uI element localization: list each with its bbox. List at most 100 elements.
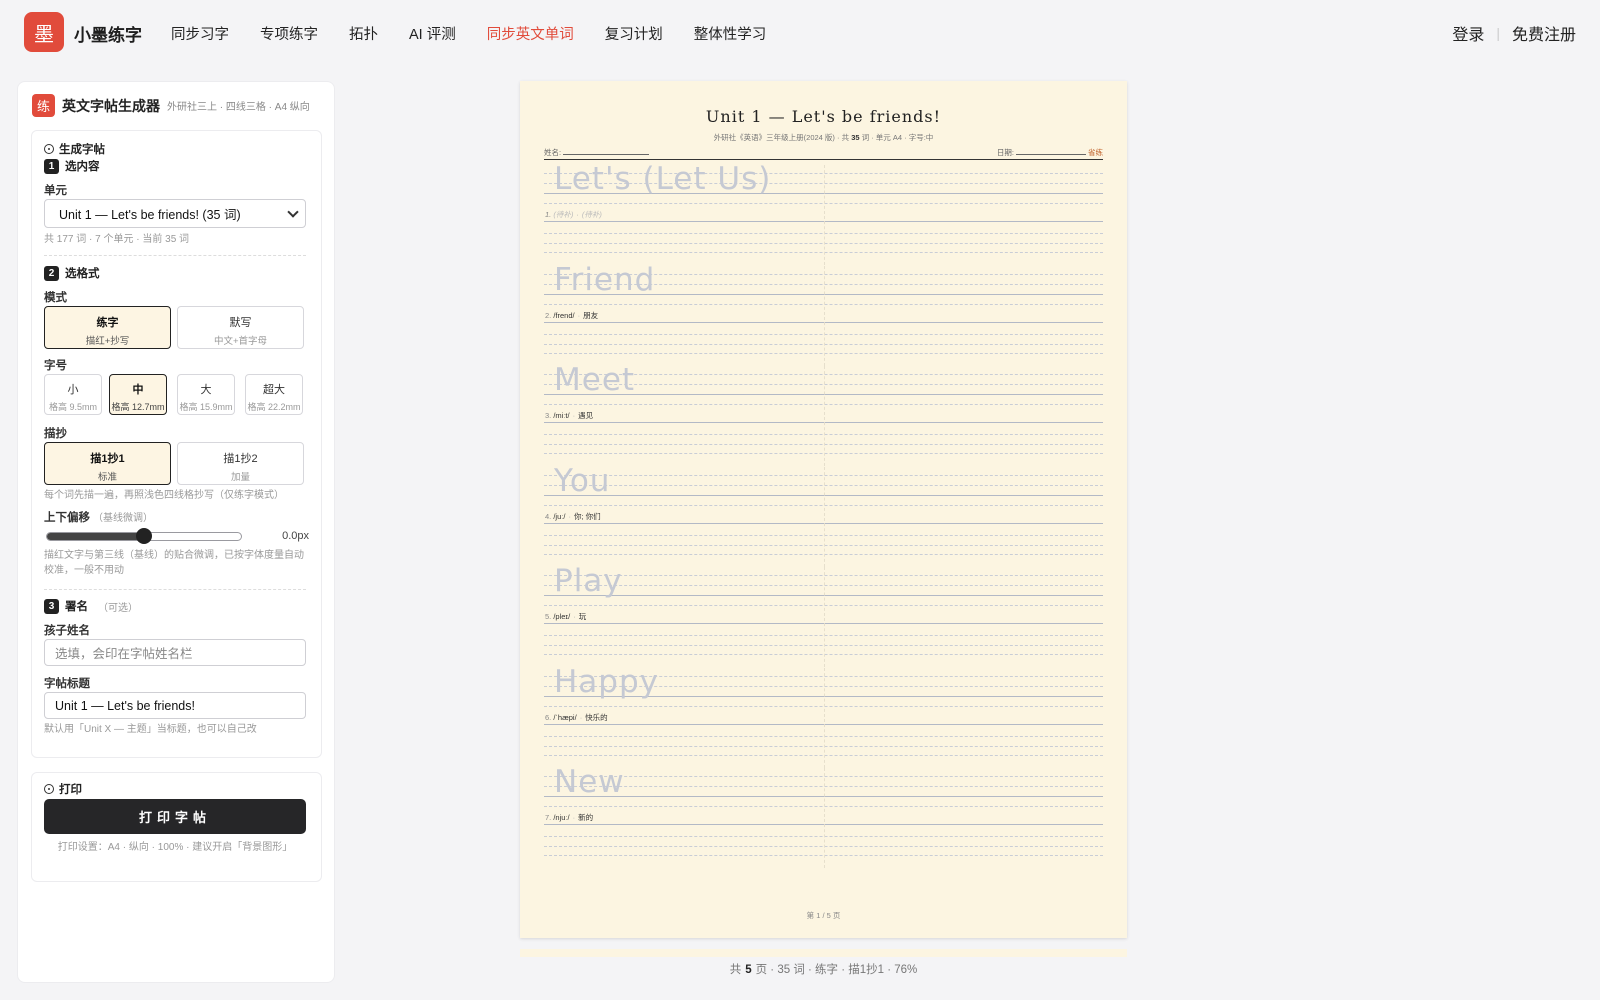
trace-option-standard[interactable]: 描1抄1 标准 xyxy=(44,442,171,485)
date-underline xyxy=(1016,154,1086,155)
print-card-title: 打印 xyxy=(44,781,82,797)
offset-value: 0.0px xyxy=(282,530,309,542)
nav-item-ai-review[interactable]: AI 评测 xyxy=(409,23,456,44)
option-sub: 标准 xyxy=(97,472,117,483)
word-meaning: 快乐的 xyxy=(585,712,608,722)
nav-item-holistic-learning[interactable]: 整体性学习 xyxy=(694,23,767,44)
word-meaning: 你; 你们 xyxy=(573,511,601,521)
option-title: 中 xyxy=(132,384,144,396)
option-sub: 格高 9.5mm xyxy=(48,402,97,412)
practice-badge-icon: 练 xyxy=(32,94,55,117)
trace-word: Play xyxy=(554,563,623,599)
sidebar-header: 练 英文字帖生成器 外研社三上 · 四线三格 · A4 纵向 xyxy=(32,94,310,117)
unit-select-value: Unit 1 — Let's be friends! (35 词) xyxy=(59,208,241,222)
name-field: 姓名: xyxy=(544,147,650,158)
target-icon xyxy=(44,784,54,794)
trace-hint: 每个词先描一遍，再照浅色四线格抄写（仅练字模式） xyxy=(44,490,284,501)
print-hint: 打印设置：A4 · 纵向 · 100% · 建议开启「背景图形」 xyxy=(57,842,293,853)
auth-separator: | xyxy=(1496,25,1500,41)
nav-item-review-plan[interactable]: 复习计划 xyxy=(605,23,663,44)
mode-option-practice[interactable]: 练字 描红+抄写 xyxy=(44,306,171,349)
meta-post: 词 · 单元 A4 · 字号:中 xyxy=(861,133,934,142)
word-phonetic: /miːt/ xyxy=(553,411,570,420)
status-pre: 共 xyxy=(729,964,742,976)
mid-guide xyxy=(824,466,825,567)
info-separator: · xyxy=(568,511,571,521)
login-link[interactable]: 登录 xyxy=(1452,21,1484,45)
section-divider xyxy=(44,589,306,590)
date-field-label: 日期: xyxy=(996,148,1014,157)
option-title: 小 xyxy=(67,384,79,396)
date-field: 日期: 省练 xyxy=(997,147,1103,158)
unit-label: 单元 xyxy=(44,185,67,197)
word-info: 2. /frend/· 朋友 xyxy=(545,310,598,321)
trace-option-extra[interactable]: 描1抄2 加量 xyxy=(177,442,304,485)
sheet-title-hint: 默认用「Unit X — 主题」当标题，也可以自己改 xyxy=(44,724,257,735)
slider-thumb[interactable] xyxy=(136,528,152,544)
status-bar: 共5页 · 35 词 · 练字 · 描1抄1 · 76% xyxy=(520,961,1127,977)
name-underline xyxy=(563,154,650,155)
name-field-label: 姓名: xyxy=(544,148,562,157)
unit-select[interactable]: Unit 1 — Let's be friends! (35 词) xyxy=(44,199,306,228)
mode-option-dictation[interactable]: 默写 中文+首字母 xyxy=(177,306,304,349)
sidebar-subtitle: 外研社三上 · 四线三格 · A4 纵向 xyxy=(167,102,310,113)
size-option-small[interactable]: 小 格高 9.5mm xyxy=(44,374,102,415)
nav-item-rubbing[interactable]: 拓扑 xyxy=(349,23,378,44)
nav-item-special-practice[interactable]: 专项练字 xyxy=(260,23,318,44)
word-info: 5. /pleɪ/· 玩 xyxy=(545,611,586,622)
trace-word: Meet xyxy=(554,362,636,398)
step-3-heading: 3 署名 （可选） xyxy=(44,598,138,614)
offset-label: 上下偏移 （基线微调） xyxy=(44,509,153,525)
word-info: 6. /ˈhæpi/· 快乐的 xyxy=(545,712,608,723)
word-info: 7. /njuː/· 新的 xyxy=(545,812,593,823)
option-sub: 格高 12.7mm xyxy=(111,402,165,412)
step-label: 选格式 xyxy=(65,268,100,280)
word-meaning: (待补) xyxy=(581,210,602,219)
trace-word: You xyxy=(554,462,611,499)
word-phonetic: /juː/ xyxy=(553,511,566,521)
step-number: 1 xyxy=(44,158,59,174)
step-label: 署名 xyxy=(65,601,88,613)
word-phonetic: (待补) xyxy=(553,210,574,219)
word-entry: Happy 6. /ˈhæpi/· 快乐的 xyxy=(544,664,1103,768)
mode-label: 模式 xyxy=(44,292,67,304)
print-button[interactable]: 打印字帖 xyxy=(44,799,306,834)
option-sub: 格高 15.9mm xyxy=(179,402,233,412)
option-title: 默写 xyxy=(229,317,252,329)
unit-hint: 共 177 词 · 7 个单元 · 当前 35 词 xyxy=(44,234,190,245)
meta-count: 35 xyxy=(851,133,860,142)
brand-name[interactable]: 小墨练字 xyxy=(74,21,142,46)
nav-item-sync-english-words[interactable]: 同步英文单词 xyxy=(487,23,574,44)
step-number: 3 xyxy=(44,598,59,614)
logo-icon[interactable]: 墨 xyxy=(24,12,64,52)
mid-guide xyxy=(824,165,825,265)
top-nav: 墨 小墨练字 同步习字 专项练字 拓扑 AI 评测 同步英文单词 复习计划 整体… xyxy=(0,0,1600,64)
word-info: 3. /miːt/· 遇见 xyxy=(545,410,593,421)
child-name-input[interactable]: 选填，会印在字帖姓名栏 xyxy=(44,639,306,666)
step-1-heading: 1 选内容 xyxy=(44,158,100,174)
worksheet-title: Unit 1 — Let's be friends! xyxy=(705,107,942,126)
sheet-title-input[interactable]: Unit 1 — Let's be friends! xyxy=(44,692,306,719)
step-label: 选内容 xyxy=(65,161,100,173)
option-sub: 加量 xyxy=(230,472,250,483)
size-option-medium[interactable]: 中 格高 12.7mm xyxy=(109,374,167,415)
slider-fill xyxy=(47,533,144,540)
register-link[interactable]: 免费注册 xyxy=(1512,21,1576,45)
info-separator: · xyxy=(576,210,579,219)
date-mark: 省练 xyxy=(1088,148,1103,157)
sidebar-title: 英文字帖生成器 xyxy=(62,97,160,114)
info-separator: · xyxy=(577,310,581,320)
word-entry: You 4. /juː/· 你; 你们 xyxy=(544,463,1103,567)
generate-title-text: 生成字帖 xyxy=(59,144,105,156)
word-entry: Play 5. /pleɪ/· 玩 xyxy=(544,563,1103,667)
info-separator: · xyxy=(579,712,583,722)
size-option-large[interactable]: 大 格高 15.9mm xyxy=(177,374,235,415)
option-sub: 中文+首字母 xyxy=(213,336,268,347)
offset-slider[interactable] xyxy=(46,528,242,544)
generate-card-title: 生成字帖 xyxy=(44,141,105,157)
mid-guide xyxy=(824,265,825,366)
size-option-xlarge[interactable]: 超大 格高 22.2mm xyxy=(245,374,303,415)
generate-card: 生成字帖 1 选内容 单元 Unit 1 — Let's be friends!… xyxy=(31,130,322,758)
nav-item-sync-writing[interactable]: 同步习字 xyxy=(171,23,229,44)
meta-pre: 外研社《英语》三年级上册(2024 版) · 共 xyxy=(713,133,850,142)
